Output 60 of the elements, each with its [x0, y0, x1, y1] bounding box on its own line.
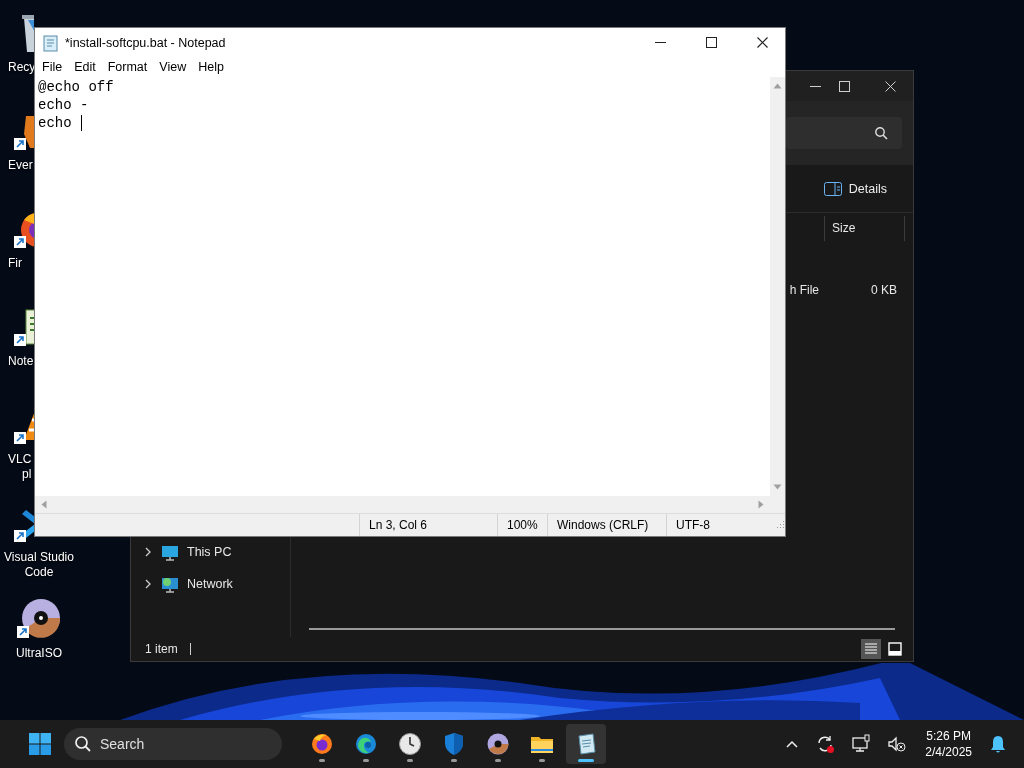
- status-text: Windows (CRLF): [557, 518, 649, 532]
- status-text: UTF-8: [676, 518, 710, 532]
- windows-logo-icon: [28, 732, 52, 756]
- column-header[interactable]: Size: [824, 216, 905, 241]
- firefox-icon: [310, 732, 334, 756]
- icon-label[interactable]: UltraISO: [16, 646, 62, 661]
- disc-shortcut-icon[interactable]: [15, 596, 63, 640]
- item-count: 1 item: [145, 642, 178, 656]
- shield-icon: [442, 732, 466, 756]
- code-line: @echo off: [38, 78, 114, 96]
- close-icon: [756, 37, 768, 48]
- muted-speaker-icon: [887, 734, 908, 754]
- window-title: *install-softcpu.bat - Notepad: [65, 35, 226, 50]
- status-text: 100%: [507, 518, 538, 532]
- tiles-view-button[interactable]: [885, 639, 905, 659]
- chevron-icon[interactable]: [143, 579, 153, 589]
- monitor-icon: [161, 543, 179, 561]
- notepad-icon: [42, 33, 60, 52]
- bell-icon: [990, 735, 1006, 753]
- code-line: echo -: [38, 96, 89, 114]
- menu-item[interactable]: Help: [192, 57, 230, 77]
- icon-label[interactable]: Recy: [8, 60, 36, 75]
- list-lines-icon: [864, 642, 878, 656]
- menu-item[interactable]: Format: [101, 57, 154, 77]
- close-icon: [884, 80, 896, 92]
- text-cursor: [80, 115, 82, 131]
- search-icon: [874, 126, 888, 140]
- code-line: echo: [38, 114, 72, 132]
- search-field[interactable]: Search: [64, 728, 282, 760]
- clock-button[interactable]: 5:26 PM 2/4/2025: [917, 728, 980, 760]
- icon-label[interactable]: Ever: [8, 158, 33, 173]
- menu-item[interactable]: Edit: [68, 57, 102, 77]
- network-icon: [161, 575, 179, 593]
- status-text: Ln 3, Col 6: [369, 518, 428, 532]
- icon-label[interactable]: Fir: [8, 256, 22, 271]
- nav-item[interactable]: This PC: [131, 536, 290, 568]
- icon-label[interactable]: Visual Studio Code: [4, 550, 74, 580]
- search-field[interactable]: [786, 117, 902, 149]
- details-pane-icon: [823, 181, 842, 196]
- text-editor[interactable]: @echo off echo - echo: [35, 77, 770, 496]
- icon-label[interactable]: VLC pl: [8, 452, 32, 482]
- edge-icon: [354, 732, 378, 756]
- chevron-icon[interactable]: [143, 547, 153, 557]
- clock-icon: [398, 732, 422, 756]
- icon-label[interactable]: Note: [8, 354, 34, 369]
- table-cell: h File: [789, 283, 819, 297]
- maximize-icon: [705, 37, 717, 48]
- menu-item[interactable]: View: [153, 57, 193, 77]
- disc-icon: [486, 732, 510, 756]
- maximize-icon: [838, 80, 850, 92]
- network-monitor-icon: [851, 734, 872, 754]
- table-cell: 0 KB: [871, 283, 897, 297]
- nav-item[interactable]: Network: [131, 568, 290, 600]
- taskbar-app-button[interactable]: [566, 724, 606, 764]
- scrollbar[interactable]: [309, 628, 895, 630]
- menu-item[interactable]: File: [36, 57, 69, 77]
- details-button[interactable]: Details: [819, 173, 891, 204]
- search-icon: [74, 735, 92, 753]
- preview-view-icon: [888, 642, 902, 656]
- sync-icon: [815, 734, 836, 754]
